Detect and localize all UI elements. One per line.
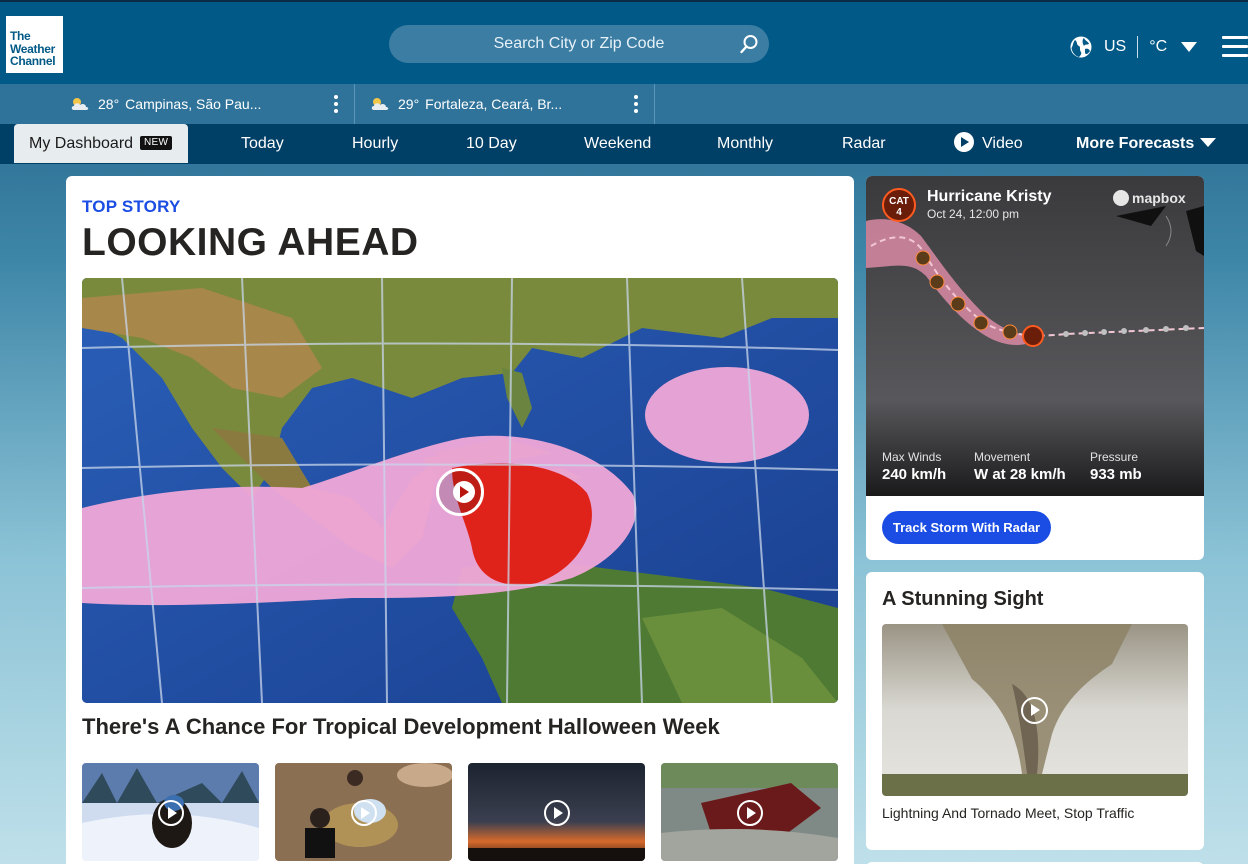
play-icon (158, 800, 184, 826)
new-badge: NEW (140, 136, 173, 150)
play-icon (1021, 697, 1048, 724)
region-selector[interactable]: US °C (1070, 35, 1198, 59)
stunning-sight-caption[interactable]: Lightning And Tornado Meet, Stop Traffic (882, 805, 1134, 821)
stat-movement: Movement W at 28 km/h (974, 450, 1066, 483)
hurricane-time: Oct 24, 12:00 pm (927, 207, 1020, 221)
my-dashboard-tab[interactable]: My Dashboard NEW (14, 124, 188, 163)
nav-video-label: Video (982, 135, 1023, 152)
stunning-sight-card: A Stunning Sight Lightning And Tornado M… (866, 572, 1204, 850)
stat-value: 240 km/h (882, 466, 947, 483)
logo-line-3: Channel (10, 54, 56, 68)
nav-today[interactable]: Today (241, 124, 284, 164)
stat-label: Movement (974, 450, 1031, 464)
play-button-icon[interactable] (436, 468, 484, 516)
hurricane-track-map[interactable] (866, 176, 1204, 496)
top-story-headline: LOOKING AHEAD (82, 221, 419, 264)
mapbox-label: mapbox (1132, 190, 1186, 206)
nav-weekend[interactable]: Weekend (584, 124, 651, 164)
hurricane-name: Hurricane Kristy (927, 188, 1052, 205)
chevron-down-icon (1200, 138, 1217, 148)
top-header: The Weather Channel Search City or Zip C… (0, 0, 1248, 84)
nav-monthly[interactable]: Monthly (717, 124, 773, 164)
top-story-title[interactable]: There's A Chance For Tropical Developmen… (82, 714, 720, 740)
nav-10-day[interactable]: 10 Day (466, 124, 517, 164)
recent-location-campinas[interactable]: 28° Campinas, São Pau... (70, 84, 261, 124)
nav-radar[interactable]: Radar (842, 124, 886, 164)
mapbox-icon (1113, 190, 1129, 206)
recent-locations-bar: 28° Campinas, São Pau... 29° Fortaleza, … (0, 84, 1248, 124)
play-icon (351, 800, 377, 826)
mapbox-logo: mapbox (1113, 190, 1186, 206)
partly-cloudy-icon (371, 98, 389, 110)
category-number: 4 (896, 207, 902, 218)
recent-location-fortaleza[interactable]: 29° Fortaleza, Ceará, Br... (370, 84, 562, 124)
unit-label: °C (1149, 38, 1168, 55)
play-icon (954, 131, 974, 152)
category-label: CAT (889, 196, 909, 207)
search-icon[interactable] (739, 34, 759, 54)
more-options-icon[interactable] (634, 95, 638, 113)
video-thumbnail-flooded-car[interactable] (661, 763, 838, 861)
video-thumbnail-sunset-sky[interactable] (468, 763, 645, 861)
video-thumbnail-flood-rescue[interactable] (275, 763, 452, 861)
location-divider (354, 84, 355, 124)
logo-line-1: The (10, 29, 31, 43)
stat-label: Max Winds (882, 450, 942, 464)
region-divider (1137, 36, 1139, 58)
nav-more-label: More Forecasts (1076, 135, 1195, 152)
track-storm-button[interactable]: Track Storm With Radar (882, 511, 1051, 544)
partly-cloudy-icon (71, 98, 89, 110)
recent-location-name: Fortaleza, Ceará, Br... (425, 96, 563, 112)
nav-hourly[interactable]: Hourly (352, 124, 398, 164)
chevron-down-icon (1181, 42, 1198, 52)
video-thumbnail-dog-snow[interactable] (82, 763, 259, 861)
location-divider (654, 84, 655, 124)
stat-max-winds: Max Winds 240 km/h (882, 450, 946, 483)
nav-more-forecasts[interactable]: More Forecasts (1076, 124, 1217, 164)
nav-video[interactable]: Video (954, 124, 1023, 164)
stunning-sight-title: A Stunning Sight (882, 588, 1044, 610)
globe-icon (1070, 36, 1092, 58)
top-story-card: TOP STORY LOOKING AHEAD There's A Chance… (66, 176, 854, 864)
play-icon (544, 800, 570, 826)
weather-channel-logo[interactable]: The Weather Channel (6, 16, 63, 73)
region-code: US (1104, 38, 1127, 55)
more-options-icon[interactable] (334, 95, 338, 113)
recent-location-temp: 28° (98, 96, 120, 112)
stat-label: Pressure (1090, 450, 1139, 464)
tornado-video-thumbnail[interactable] (882, 624, 1188, 796)
top-story-eyebrow: TOP STORY (82, 197, 181, 216)
recent-location-name: Campinas, São Pau... (125, 96, 262, 112)
recent-location-temp: 29° (398, 96, 420, 112)
hurricane-category-badge: CAT 4 (882, 188, 916, 222)
dashboard-label: My Dashboard (29, 135, 134, 152)
play-icon (737, 800, 763, 826)
hurricane-tracker-card: CAT 4 Hurricane Kristy Oct 24, 12:00 pm … (866, 176, 1204, 560)
search-placeholder: Search City or Zip Code (493, 35, 665, 52)
stat-value: 933 mb (1090, 466, 1142, 483)
tropical-outlook-video[interactable] (82, 278, 838, 703)
stat-pressure: Pressure 933 mb (1090, 450, 1142, 483)
stat-value: W at 28 km/h (974, 466, 1066, 483)
hurricane-track-graphic (866, 206, 1204, 347)
hamburger-menu-icon[interactable] (1222, 36, 1248, 57)
search-input[interactable]: Search City or Zip Code (389, 25, 769, 63)
